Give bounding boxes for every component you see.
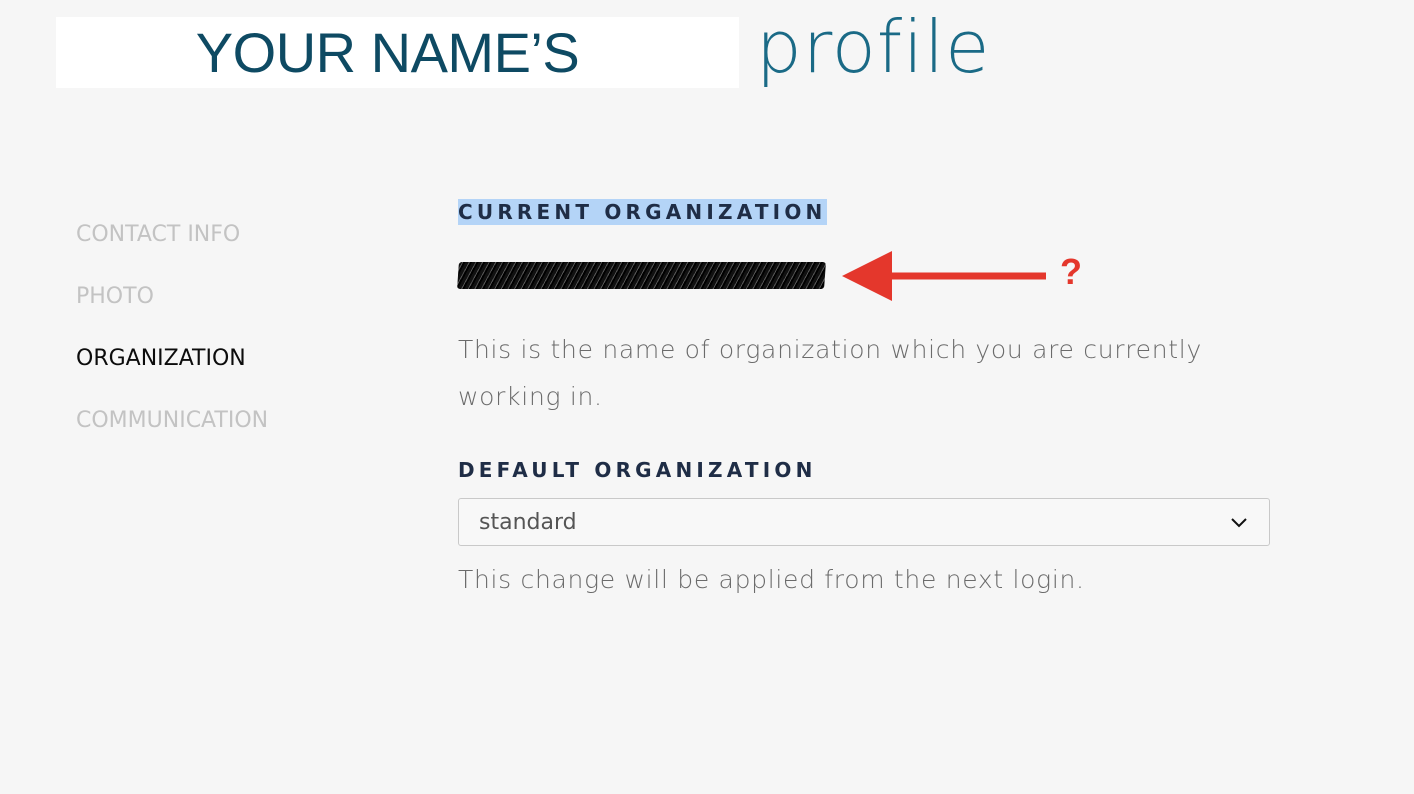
nav-item-contact-info[interactable]: CONTACT INFO (76, 218, 268, 280)
current-organization-description: This is the name of organization which y… (458, 335, 1202, 411)
user-name-label: YOUR NAME’S (195, 20, 580, 84)
current-organization-value (457, 262, 826, 289)
page-title: profile (756, 5, 991, 89)
default-organization-selected: standard (479, 509, 577, 535)
name-banner: YOUR NAME’S (56, 17, 739, 88)
nav-item-communication[interactable]: COMMUNICATION (76, 404, 268, 466)
chevron-down-icon (1229, 512, 1249, 532)
default-organization-select[interactable]: standard (458, 498, 1270, 546)
nav-item-photo[interactable]: PHOTO (76, 280, 268, 342)
arrow-left-icon (842, 251, 1046, 301)
annotation-question-mark: ? (1060, 251, 1082, 292)
default-organization-heading: DEFAULT ORGANIZATION (458, 458, 817, 482)
nav-item-organization[interactable]: ORGANIZATION (76, 342, 268, 404)
current-organization-heading: CURRENT ORGANIZATION (458, 199, 828, 225)
default-organization-help: This change will be applied from the nex… (458, 565, 1085, 594)
profile-nav: CONTACT INFO PHOTO ORGANIZATION COMMUNIC… (76, 218, 268, 466)
